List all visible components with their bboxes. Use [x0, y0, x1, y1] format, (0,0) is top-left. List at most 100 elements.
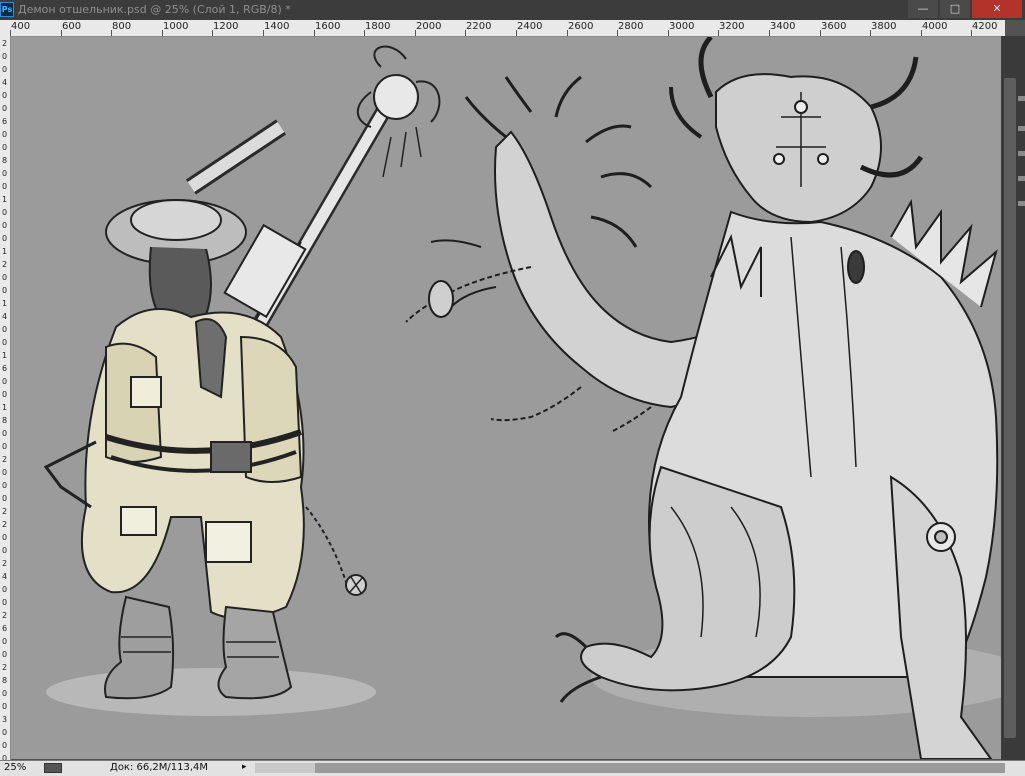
ruler-label: 2 — [2, 520, 8, 529]
ruler-label: 2 — [2, 507, 8, 516]
ruler-label: 0 — [2, 65, 8, 74]
vertical-scroll-thumb[interactable] — [1004, 78, 1016, 738]
ruler-label: 8 — [2, 676, 8, 685]
ruler-label: 1 — [2, 351, 8, 360]
ruler-label: 2 — [2, 663, 8, 672]
maximize-button[interactable]: □ — [940, 0, 970, 18]
ruler-label: 4200 — [972, 21, 998, 32]
ruler-label: 2 — [2, 260, 8, 269]
ruler-label: 0 — [2, 221, 8, 230]
ruler-tick — [921, 30, 922, 36]
ruler-tick — [567, 30, 568, 36]
ruler-label: 0 — [2, 91, 8, 100]
status-bar: 25% Док: 66,2M/113,4M ▸ — [0, 760, 1025, 776]
ruler-label: 3000 — [669, 21, 695, 32]
horizontal-ruler[interactable]: 400 600 800 1000 1200 1400 1600 1800 2000 2200 240… — [0, 20, 1005, 37]
ruler-label: 1 — [2, 403, 8, 412]
panel-icon[interactable] — [1018, 151, 1025, 156]
document-size: Док: 66,2M/113,4M — [110, 762, 209, 773]
ruler-label: 0 — [2, 585, 8, 594]
ruler-label: 0 — [2, 234, 8, 243]
ruler-label: 0 — [2, 728, 8, 737]
ruler-label: 800 — [112, 21, 132, 32]
ruler-label: 0 — [2, 598, 8, 607]
title-bar: Ps Демон отшельник.psd @ 25% (Слой 1, RG… — [0, 0, 1025, 20]
ruler-tick — [769, 30, 770, 36]
ruler-label: 400 — [11, 21, 31, 32]
ruler-label: 2800 — [618, 21, 644, 32]
panel-collapse-icon[interactable] — [1018, 96, 1025, 101]
ruler-label: 0 — [2, 468, 8, 477]
navigator-icon[interactable] — [44, 763, 62, 773]
ruler-label: 4 — [2, 312, 8, 321]
ruler-label: 2400 — [517, 21, 543, 32]
panel-icon[interactable] — [1018, 126, 1025, 131]
ruler-label: 0 — [2, 442, 8, 451]
ruler-label: 2 — [2, 559, 8, 568]
ruler-label: 8 — [2, 156, 8, 165]
horizontal-scroll-thumb[interactable] — [315, 763, 1005, 773]
ruler-label: 0 — [2, 390, 8, 399]
ruler-label: 2200 — [466, 21, 492, 32]
panel-icon[interactable] — [1018, 201, 1025, 206]
ruler-label: 0 — [2, 377, 8, 386]
ruler-label: 4 — [2, 572, 8, 581]
panel-icon[interactable] — [1018, 176, 1025, 181]
ruler-label: 1400 — [264, 21, 290, 32]
ruler-label: 3400 — [770, 21, 796, 32]
ruler-label: 0 — [2, 702, 8, 711]
ruler-label: 0 — [2, 286, 8, 295]
ruler-tick — [820, 30, 821, 36]
ruler-label: 0 — [2, 429, 8, 438]
ruler-label: 4 — [2, 78, 8, 87]
ruler-label: 0 — [2, 143, 8, 152]
ruler-label: 2 — [2, 611, 8, 620]
hermit-figure — [43, 45, 441, 700]
ruler-label: 3600 — [821, 21, 847, 32]
ruler-label: 0 — [2, 689, 8, 698]
document-canvas[interactable] — [11, 37, 1001, 759]
ruler-label: 0 — [2, 494, 8, 503]
horizontal-scrollbar[interactable] — [255, 763, 1005, 773]
ruler-label: 2 — [2, 39, 8, 48]
close-button[interactable]: ✕ — [972, 0, 1022, 18]
ruler-label: 6 — [2, 624, 8, 633]
ruler-label: 0 — [2, 130, 8, 139]
photoshop-icon[interactable]: Ps — [0, 2, 14, 17]
ruler-label: 6 — [2, 117, 8, 126]
ruler-label: 0 — [2, 52, 8, 61]
demon-figure — [405, 37, 999, 759]
ruler-label: 4000 — [922, 21, 948, 32]
zoom-level[interactable]: 25% — [4, 762, 26, 773]
ruler-label: 3200 — [719, 21, 745, 32]
ruler-label: 2 — [2, 455, 8, 464]
ruler-tick — [870, 30, 871, 36]
ruler-tick — [415, 30, 416, 36]
ruler-label: 0 — [2, 182, 8, 191]
ruler-tick — [364, 30, 365, 36]
document-title: Демон отшельник.psd @ 25% (Слой 1, RGB/8… — [18, 3, 291, 16]
vertical-scrollbar[interactable] — [1001, 36, 1025, 760]
ruler-label: 3 — [2, 715, 8, 724]
ruler-label: 0 — [2, 741, 8, 750]
ruler-label: 600 — [62, 21, 82, 32]
ruler-label: 0 — [2, 338, 8, 347]
ruler-label: 2000 — [416, 21, 442, 32]
ruler-label: 0 — [2, 104, 8, 113]
ruler-tick — [314, 30, 315, 36]
ruler-label: 0 — [2, 533, 8, 542]
ruler-label: 1800 — [365, 21, 391, 32]
ruler-tick — [668, 30, 669, 36]
ruler-tick — [111, 30, 112, 36]
status-menu-arrow-icon[interactable]: ▸ — [242, 762, 247, 772]
vertical-ruler[interactable]: 2 0 0 4 0 0 6 0 0 8 0 0 1 0 0 0 1 2 0 0 1 4 0 0 1 6 0 0 1 8 0 0 2 0 0 0 2 2 0 0… — [0, 36, 11, 760]
ruler-tick — [263, 30, 264, 36]
ruler-label: 0 — [2, 208, 8, 217]
ruler-tick — [162, 30, 163, 36]
ruler-label: 3800 — [871, 21, 897, 32]
ruler-label: 0 — [2, 650, 8, 659]
minimize-button[interactable]: — — [908, 0, 938, 18]
ruler-label: 1200 — [213, 21, 239, 32]
ruler-tick — [465, 30, 466, 36]
ruler-label: 0 — [2, 481, 8, 490]
